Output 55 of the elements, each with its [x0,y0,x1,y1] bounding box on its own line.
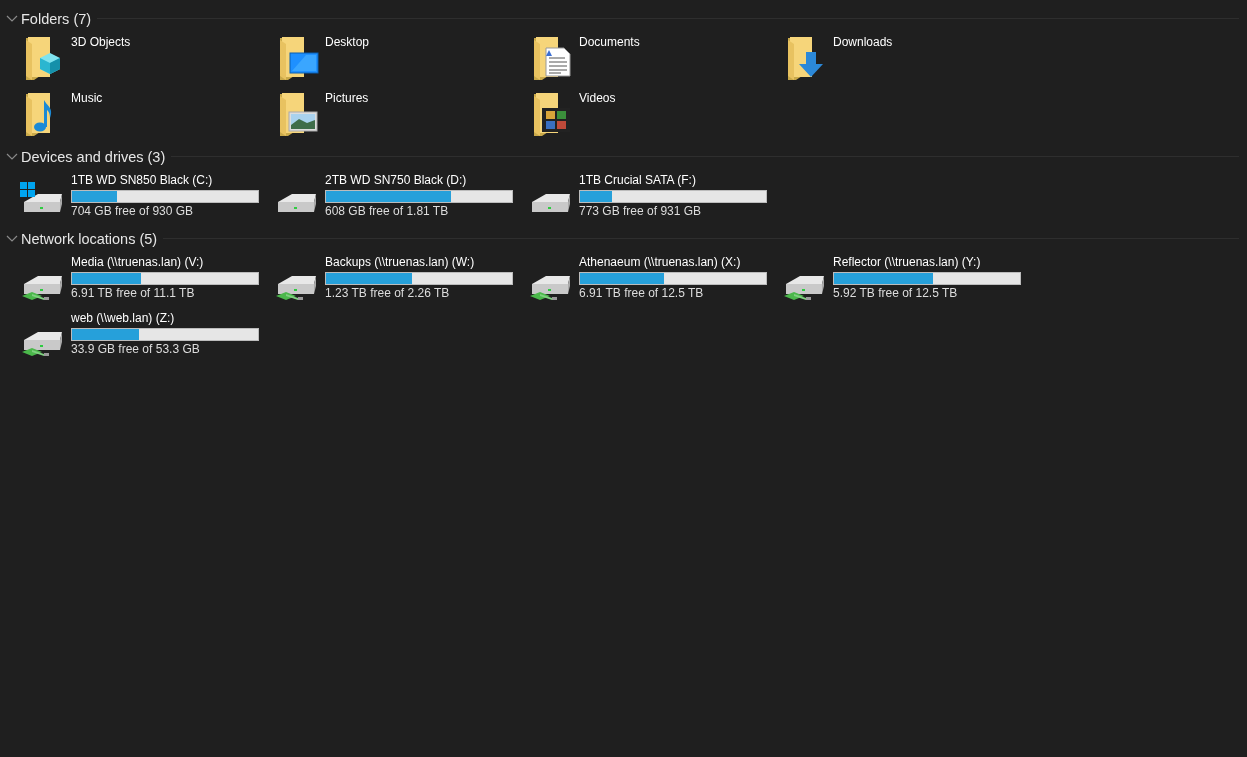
folder-item[interactable]: Desktop [272,32,526,88]
free-space: 33.9 GB free of 53.3 GB [71,342,201,357]
folder-name: Desktop [325,35,370,50]
drive-name: 2TB WD SN750 Black (D:) [325,173,468,188]
folder-item[interactable]: Videos [526,88,780,144]
folder-name: Documents [579,35,640,50]
free-space: 608 GB free of 1.81 TB [325,204,450,219]
folder-item[interactable]: Music [18,88,272,144]
network-drive-icon [530,276,570,300]
drive-item[interactable]: 1TB WD SN850 Black (C:) 704 GB free of 930 GB [18,170,272,226]
document-icon [545,47,571,77]
network-drive-icon [22,276,62,300]
network-drive-icon [22,332,62,356]
drive-item[interactable]: web (\\web.lan) (Z:) 33.9 GB free of 53.3 GB [18,308,272,364]
drive-item[interactable]: 2TB WD SN750 Black (D:) 608 GB free of 1.81 TB [272,170,526,226]
group-header[interactable]: Network locations (5) [21,230,164,247]
system-drive-icon [20,182,62,212]
folder-name: Pictures [325,91,369,106]
free-space: 6.91 TB free of 12.5 TB [579,286,705,301]
free-space: 6.91 TB free of 11.1 TB [71,286,196,301]
folder-name: Videos [579,91,616,106]
free-space: 5.92 TB free of 12.5 TB [833,286,959,301]
drive-item[interactable]: 1TB Crucial SATA (F:) 773 GB free of 931 GB [526,170,780,226]
folder-item[interactable]: Downloads [780,32,1034,88]
free-space: 704 GB free of 930 GB [71,204,195,219]
drive-name: 1TB WD SN850 Black (C:) [71,173,214,188]
down-arrow-icon [799,52,823,77]
monitor-icon [289,52,319,74]
drive-name: Reflector (\\truenas.lan) (Y:) [833,255,982,270]
folder-name: 3D Objects [71,35,131,50]
folder-name: Downloads [833,35,893,50]
cube-icon [40,53,60,74]
folder-item[interactable]: Pictures [272,88,526,144]
folder-name: Music [71,91,103,106]
group-header[interactable]: Folders (7) [21,10,98,27]
group-header[interactable]: Devices and drives (3) [21,148,172,165]
landscape-photo-icon [288,111,318,132]
hard-drive-icon [278,194,316,212]
drive-item[interactable]: Athenaeum (\\truenas.lan) (X:) 6.91 TB free of 12.5 TB [526,252,780,308]
folder-item[interactable]: Documents [526,32,780,88]
free-space: 773 GB free of 931 GB [579,204,703,219]
drive-item[interactable]: Media (\\truenas.lan) (V:) 6.91 TB free of 11.1 TB [18,252,272,308]
folder-item[interactable]: 3D Objects [18,32,272,88]
network-drive-icon [276,276,316,300]
drive-item[interactable]: Backups (\\truenas.lan) (W:) 1.23 TB free of 2.26 TB [272,252,526,308]
free-space: 1.23 TB free of 2.26 TB [325,286,451,301]
drive-name: 1TB Crucial SATA (F:) [579,173,697,188]
drive-name: Athenaeum (\\truenas.lan) (X:) [579,255,742,270]
drive-item[interactable]: Reflector (\\truenas.lan) (Y:) 5.92 TB free of 12.5 TB [780,252,1034,308]
music-note-icon [34,100,52,132]
hard-drive-icon [532,194,570,212]
drive-name: Backups (\\truenas.lan) (W:) [325,255,476,270]
drive-name: Media (\\truenas.lan) (V:) [71,255,205,270]
network-drive-icon [784,276,824,300]
drive-name: web (\\web.lan) (Z:) [71,311,176,326]
